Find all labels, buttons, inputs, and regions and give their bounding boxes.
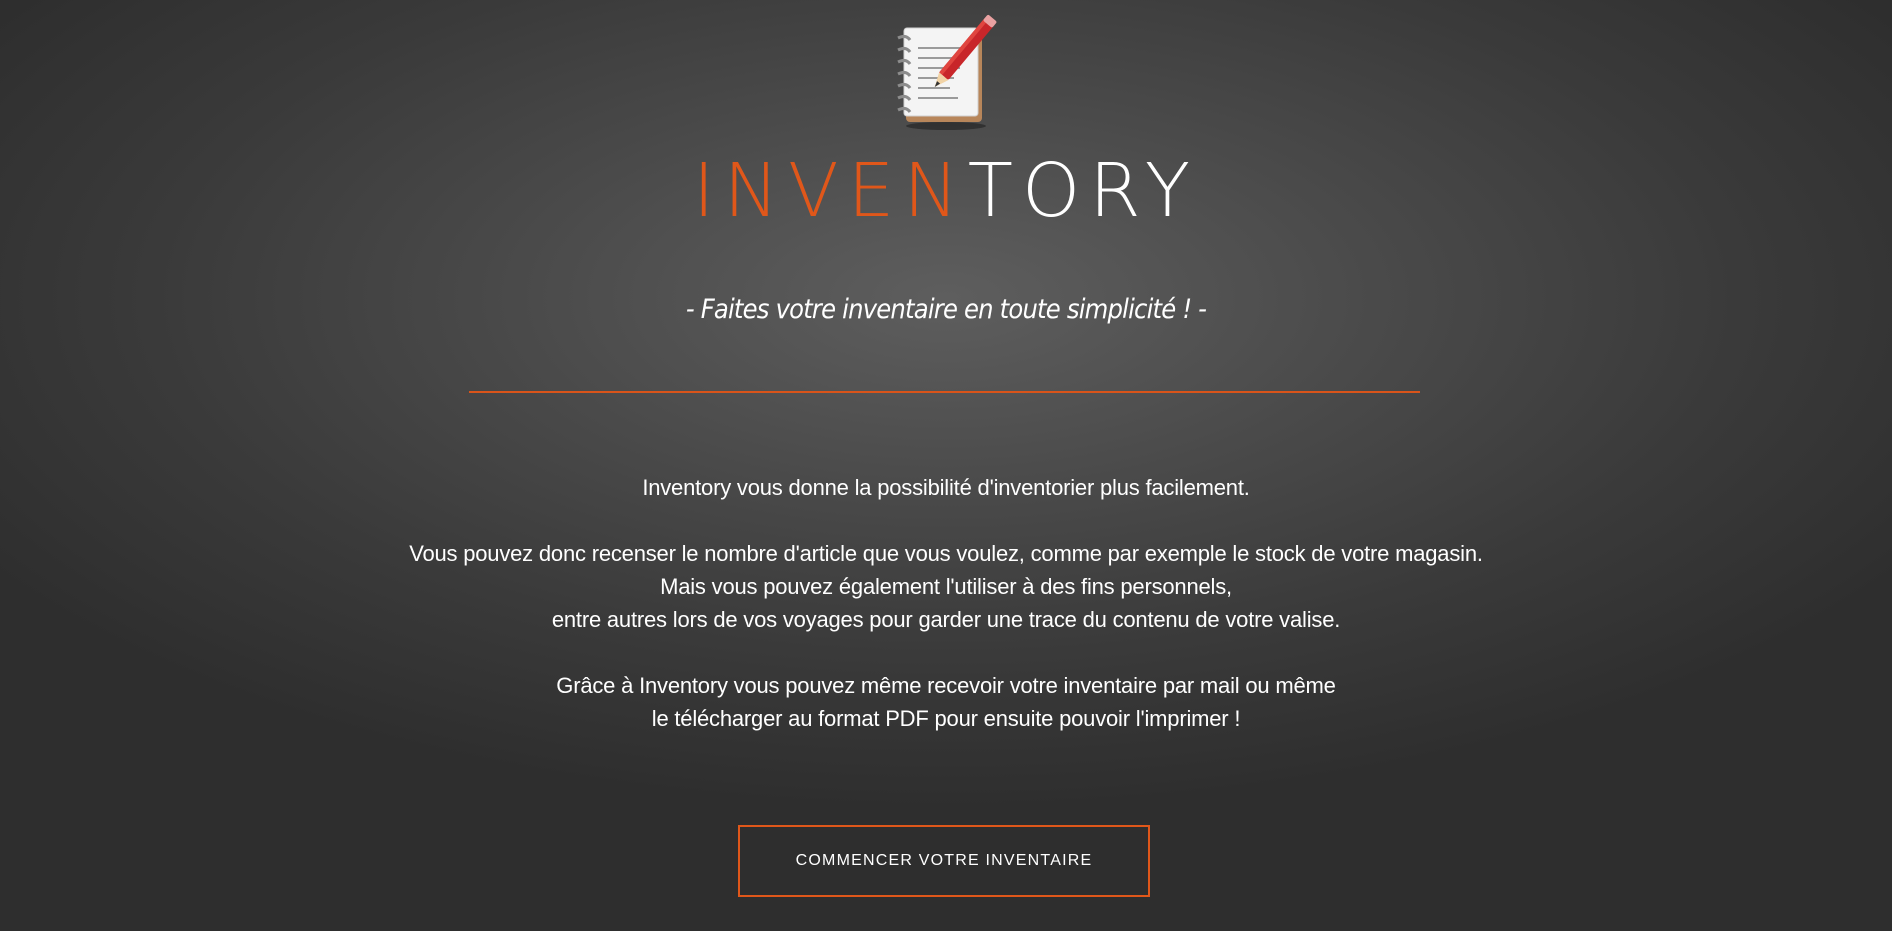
- description-line: Mais vous pouvez également l'utiliser à …: [660, 574, 1232, 599]
- description-line: le télécharger au format PDF pour ensuit…: [651, 706, 1241, 731]
- description-line: entre autres lors de vos voyages pour ga…: [551, 607, 1341, 632]
- tagline: - Faites votre inventaire en toute simpl…: [685, 294, 1207, 325]
- brand-title-orange: INVEN: [692, 148, 968, 234]
- notepad-pencil-icon: [884, 14, 1004, 134]
- description-line: Grâce à Inventory vous pouvez même recev…: [556, 673, 1336, 698]
- description: Inventory vous donne la possibilité d'in…: [0, 471, 1892, 735]
- description-line: Vous pouvez donc recenser le nombre d'ar…: [409, 541, 1483, 566]
- landing-page: INVENTORY - Faites votre inventaire en t…: [0, 0, 1892, 931]
- brand-title: INVENTORY: [0, 146, 1892, 236]
- start-inventory-button[interactable]: COMMENCER VOTRE INVENTAIRE: [738, 825, 1150, 897]
- description-line: Inventory vous donne la possibilité d'in…: [642, 475, 1250, 500]
- brand-title-white: TORY: [967, 148, 1200, 234]
- divider: [469, 391, 1420, 393]
